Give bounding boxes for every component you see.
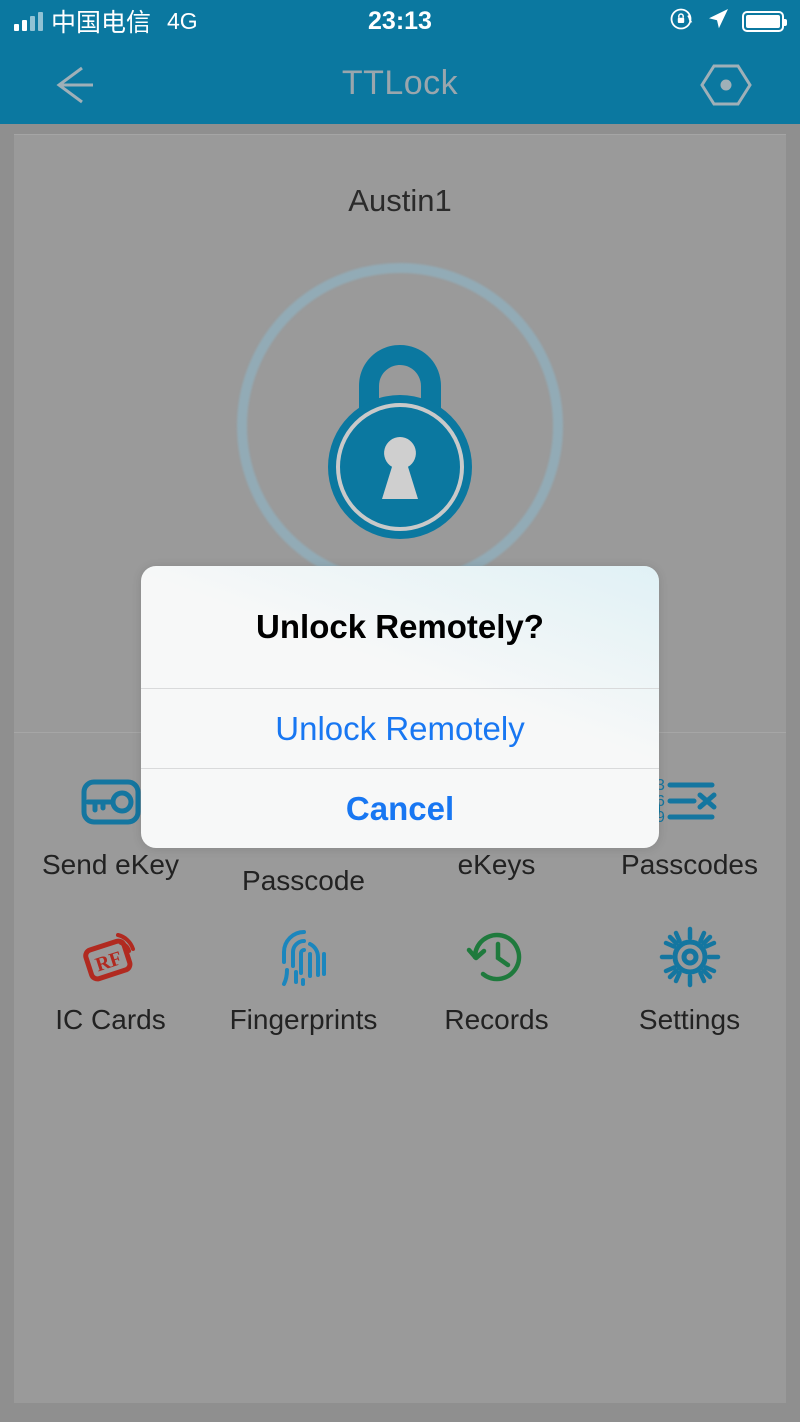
history-clock-icon	[465, 920, 529, 994]
status-bar: 中国电信 4G 23:13	[0, 0, 800, 42]
grid-item-fingerprints[interactable]: Fingerprints	[207, 910, 400, 1065]
cancel-button[interactable]: Cancel	[141, 769, 659, 848]
unlock-remotely-dialog: Unlock Remotely? Unlock Remotely Cancel	[141, 566, 659, 848]
unlock-remotely-button[interactable]: Unlock Remotely	[141, 689, 659, 768]
hexagon-dot-icon[interactable]	[698, 62, 754, 108]
key-card-icon	[78, 765, 144, 839]
grid-item-label: Fingerprints	[229, 1004, 378, 1035]
phone-screen: 中国电信 4G 23:13 TTLock Austin1 Send eKey P…	[0, 0, 800, 1422]
grid-item-label: Settings	[638, 1004, 741, 1035]
dialog-title: Unlock Remotely?	[256, 608, 544, 645]
nav-bar: TTLock	[0, 42, 800, 124]
padlock-icon[interactable]	[310, 327, 490, 552]
gear-icon	[659, 920, 721, 994]
grid-item-label: Passcode	[242, 865, 365, 896]
passcodes-list-icon: 3 6 9	[654, 765, 726, 839]
grid-item-label: eKeys	[457, 849, 536, 880]
page-title: TTLock	[341, 64, 459, 102]
location-arrow-icon	[706, 7, 730, 36]
fingerprint-icon	[274, 920, 334, 994]
grid-item-records[interactable]: Records	[400, 910, 593, 1065]
status-bar-right	[668, 0, 787, 42]
grid-item-settings[interactable]: Settings	[593, 910, 786, 1065]
grid-item-ic-cards[interactable]: RF IC Cards	[14, 910, 207, 1065]
rotation-lock-icon	[668, 6, 694, 37]
grid-item-label: Passcodes	[621, 849, 758, 880]
rf-card-icon: RF	[78, 920, 144, 994]
grid-item-label: Send eKey	[42, 849, 179, 880]
grid-item-label: IC Cards	[55, 1004, 166, 1035]
grid-item-label: Records	[444, 1004, 549, 1035]
device-name-label: Austin1	[348, 183, 452, 218]
battery-icon	[742, 10, 787, 32]
